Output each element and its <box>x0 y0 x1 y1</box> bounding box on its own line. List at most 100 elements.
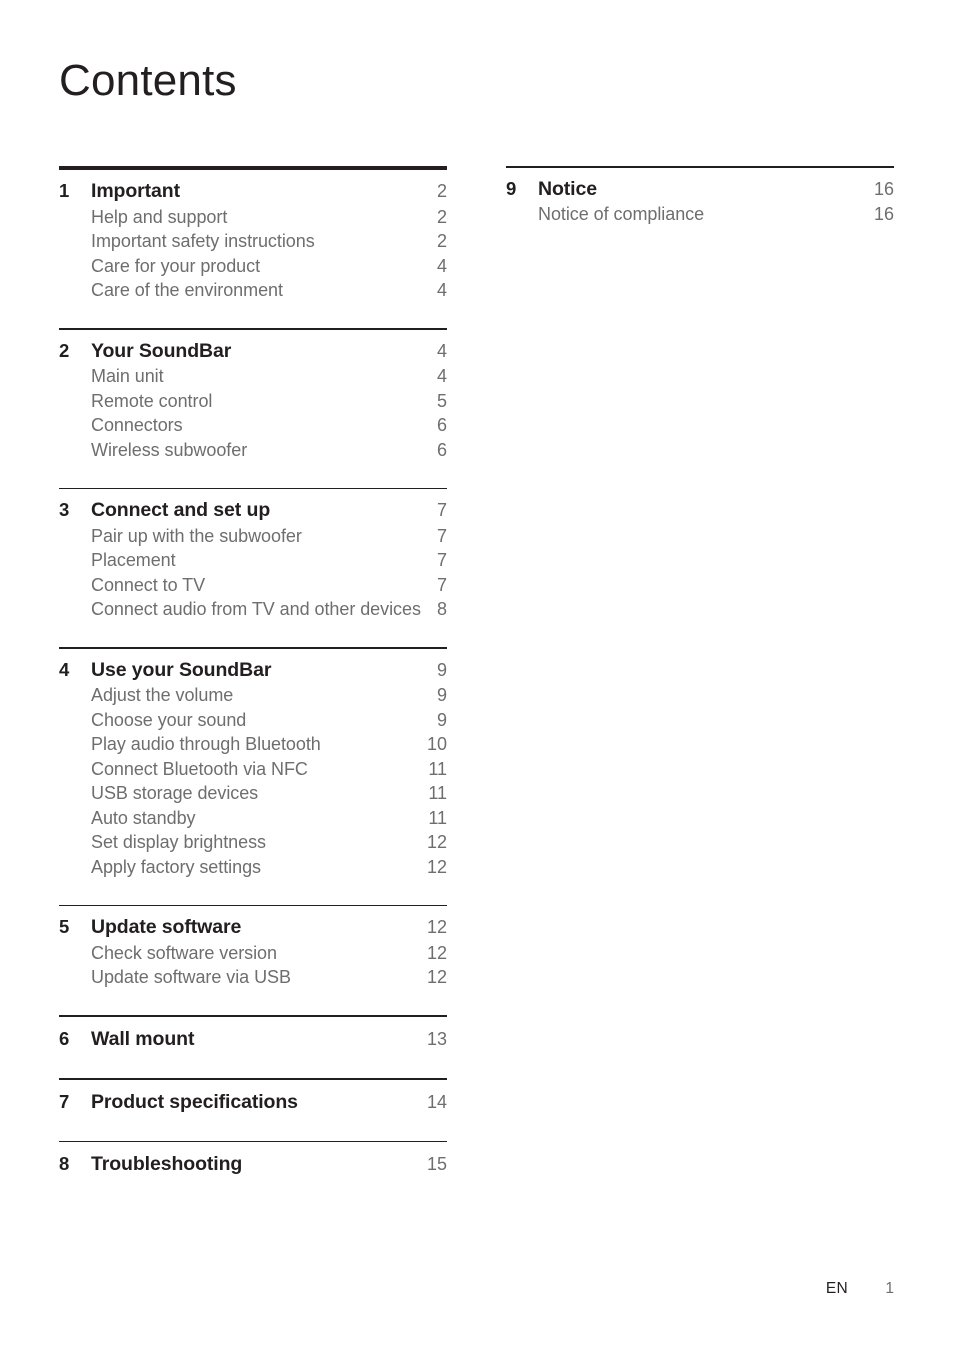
toc-chapter-heading[interactable]: 2 Your SoundBar 4 <box>59 340 447 363</box>
chapter-title: Troubleshooting <box>91 1153 243 1176</box>
chapter-separator-rule <box>59 487 447 490</box>
toc-chapter-heading[interactable]: 3 Connect and set up 7 <box>59 499 447 522</box>
entry-label: Important safety instructions <box>91 231 315 251</box>
toc-chapter: 5 Update software 12 Check software version… <box>59 916 447 988</box>
entry-label: Help and support <box>91 206 228 227</box>
chapter-page-number: 4 <box>436 340 447 361</box>
toc-entry[interactable]: Check software version 12 <box>59 943 447 964</box>
entry-page-number: 4 <box>436 255 447 276</box>
chapter-separator-rule <box>59 1140 447 1143</box>
toc-chapter-heading[interactable]: 4 Use your SoundBar 9 <box>59 659 447 682</box>
toc-column-left: 1 Important 2 Help and support 2 Important sa… <box>59 166 447 1176</box>
chapter-page-number: 9 <box>436 659 447 680</box>
entry-label: Connectors <box>91 415 183 436</box>
entry-label: Connect audio from TV and other devices <box>91 599 421 620</box>
chapter-separator-rule <box>59 1015 447 1017</box>
entry-label: Set display brightness <box>91 832 266 853</box>
toc-entry[interactable]: Play audio through Bluetooth 10 <box>59 734 447 755</box>
toc-chapter: 4 Use your SoundBar 9 Adjust the volume 9 Cho… <box>59 659 447 878</box>
toc-entry[interactable]: Adjust the volume 9 <box>59 685 447 706</box>
chapter-spacer <box>59 301 447 328</box>
toc-entry[interactable]: Care of the environment 4 <box>59 280 447 301</box>
toc-entry[interactable]: Connect to TV 7 <box>59 575 447 596</box>
chapter-title: Connect and set up <box>91 499 271 522</box>
chapter-spacer <box>59 1051 447 1078</box>
chapter-number: 5 <box>59 916 70 938</box>
chapter-page-number: 16 <box>873 178 894 199</box>
entry-label: Check software version <box>91 942 277 963</box>
chapter-page-number: 14 <box>426 1091 447 1112</box>
toc-entry[interactable]: Help and support 2 <box>59 207 447 228</box>
entry-page-number: 4 <box>436 366 447 387</box>
entry-page-number: 7 <box>436 550 447 571</box>
toc-column-right: 9 Notice 16 Notice of compliance 16 <box>506 166 894 225</box>
entry-label: Care of the environment <box>91 280 283 300</box>
toc-entry[interactable]: Important safety instructions 2 <box>59 231 447 252</box>
entry-page-number: 6 <box>436 439 447 460</box>
entry-page-number: 4 <box>436 280 447 300</box>
chapter-title: Wall mount <box>91 1027 195 1050</box>
toc-entry[interactable]: Apply factory settings 12 <box>59 857 447 878</box>
toc-entry[interactable]: Connect Bluetooth via NFC 11 <box>59 759 447 780</box>
chapter-page-number: 7 <box>436 500 447 521</box>
chapter-spacer <box>59 620 447 647</box>
toc-chapter-heading[interactable]: 7 Product specifications 14 <box>59 1091 447 1114</box>
entry-page-number: 11 <box>428 758 447 779</box>
chapter-page-number: 12 <box>426 917 447 938</box>
toc-chapter: 6 Wall mount 13 <box>59 1028 447 1051</box>
toc-entry[interactable]: Set display brightness 12 <box>59 832 447 853</box>
toc-chapter-heading[interactable]: 6 Wall mount 13 <box>59 1028 447 1051</box>
entry-label: Auto standby <box>91 807 196 828</box>
toc-entry[interactable]: Wireless subwoofer 6 <box>59 440 447 461</box>
chapter-separator-rule <box>59 647 447 649</box>
chapter-title: Use your SoundBar <box>91 658 272 681</box>
entry-page-number: 9 <box>436 685 447 706</box>
chapter-page-number: 15 <box>426 1154 447 1175</box>
page-title: Contents <box>59 56 237 105</box>
entry-label: Wireless subwoofer <box>91 439 248 460</box>
toc-chapter-heading[interactable]: 5 Update software 12 <box>59 916 447 939</box>
entry-page-number: 7 <box>436 525 447 546</box>
entry-label: Connect to TV <box>91 574 206 595</box>
toc-chapter-heading[interactable]: 1 Important 2 <box>59 180 447 203</box>
toc-chapter: 8 Troubleshooting 15 <box>59 1153 447 1176</box>
entry-label: Connect Bluetooth via NFC <box>91 758 308 779</box>
entry-page-number: 11 <box>428 807 447 828</box>
toc-entry[interactable]: USB storage devices 11 <box>59 783 447 804</box>
toc-chapter-heading[interactable]: 9 Notice 16 <box>506 178 894 201</box>
toc-entry[interactable]: Connect audio from TV and other devices 8 <box>59 599 447 620</box>
chapter-spacer <box>59 988 447 1015</box>
toc-entry[interactable]: Update software via USB 12 <box>59 967 447 988</box>
chapter-title: Your SoundBar <box>91 339 232 362</box>
entry-page-number: 2 <box>436 206 447 227</box>
toc-entry[interactable]: Care for your product 4 <box>59 256 447 277</box>
toc-entry[interactable]: Pair up with the subwoofer 7 <box>59 526 447 547</box>
toc-entry[interactable]: Placement 7 <box>59 550 447 571</box>
entry-label: USB storage devices <box>91 783 259 804</box>
entry-label: Play audio through Bluetooth <box>91 734 321 755</box>
toc-entry[interactable]: Connectors 6 <box>59 415 447 436</box>
entry-label: Update software via USB <box>91 967 291 988</box>
chapter-spacer <box>59 1114 447 1141</box>
entry-page-number: 16 <box>873 204 894 225</box>
toc-entry[interactable]: Choose your sound 9 <box>59 710 447 731</box>
entry-page-number: 8 <box>436 599 447 620</box>
chapter-separator-rule <box>59 1077 447 1080</box>
toc-entry[interactable]: Remote control 5 <box>59 391 447 412</box>
entry-page-number: 11 <box>428 783 447 804</box>
chapter-number: 9 <box>506 177 517 199</box>
entry-page-number: 12 <box>426 832 447 853</box>
toc-entry[interactable]: Auto standby 11 <box>59 808 447 829</box>
entry-page-number: 10 <box>426 734 447 755</box>
entry-label: Choose your sound <box>91 709 247 730</box>
column-top-rule <box>59 166 447 170</box>
toc-chapter-heading[interactable]: 8 Troubleshooting 15 <box>59 1153 447 1176</box>
toc-entry[interactable]: Notice of compliance 16 <box>506 204 894 225</box>
entry-page-number: 2 <box>436 231 447 251</box>
chapter-separator-rule <box>59 904 447 907</box>
toc-entry[interactable]: Main unit 4 <box>59 366 447 387</box>
entry-label: Placement <box>91 550 176 571</box>
chapter-number: 2 <box>59 339 70 361</box>
entry-label: Adjust the volume <box>91 685 234 706</box>
chapter-number: 4 <box>59 658 70 680</box>
